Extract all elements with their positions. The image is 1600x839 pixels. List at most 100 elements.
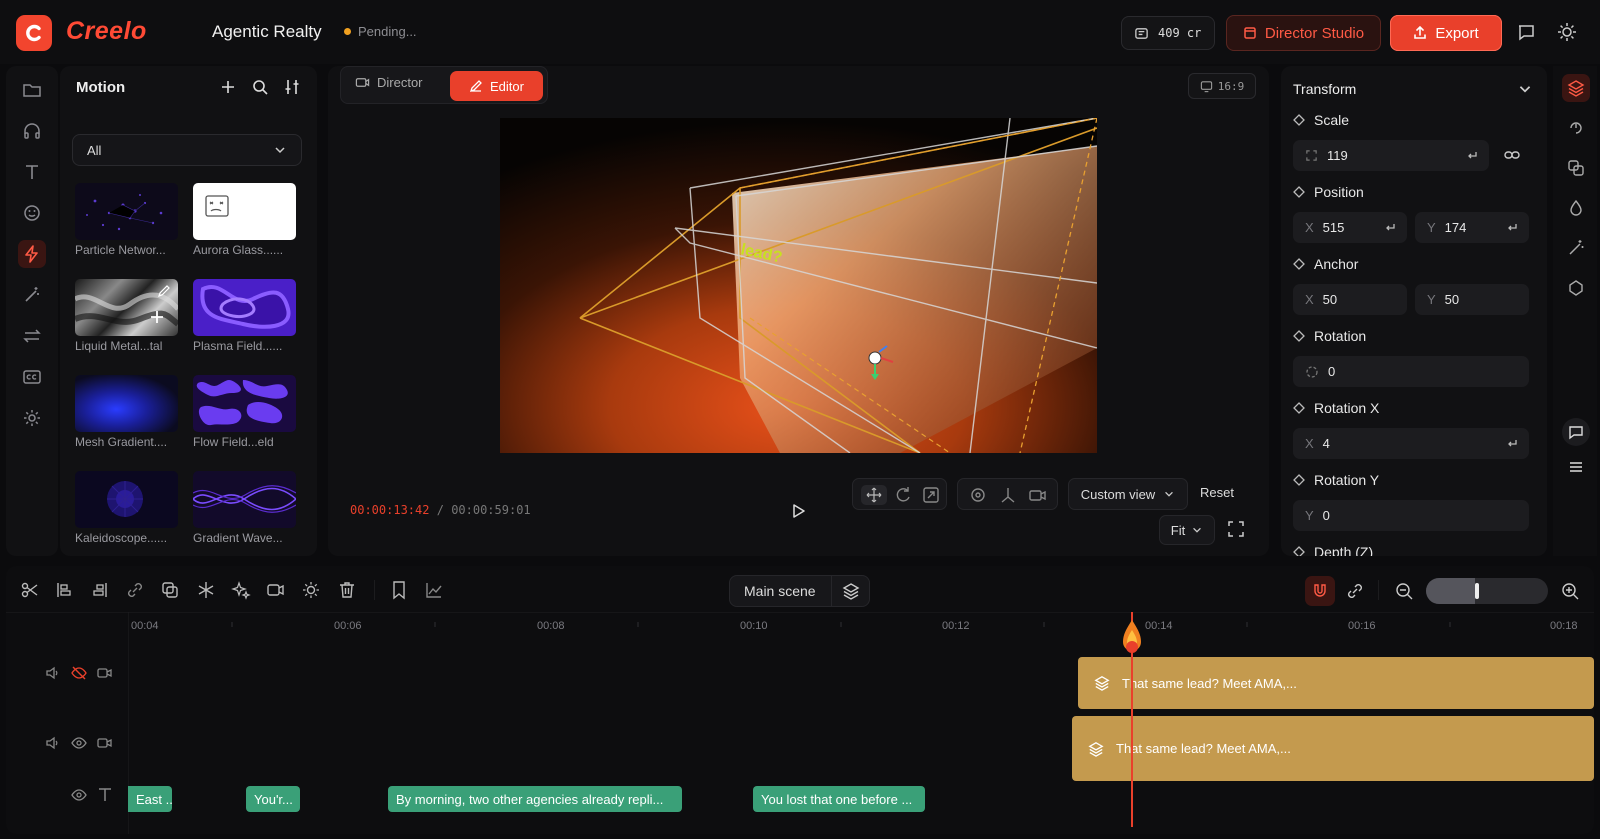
scale-tool-icon[interactable]: [921, 485, 941, 505]
zoom-slider[interactable]: [1426, 578, 1548, 604]
credits-badge[interactable]: 409 cr: [1121, 16, 1215, 50]
scene-layers-icon[interactable]: [842, 582, 860, 600]
mask-icon[interactable]: [1562, 274, 1590, 302]
filter-sliders-icon[interactable]: [283, 78, 301, 96]
zoom-in-icon[interactable]: [1560, 581, 1580, 601]
flow-field-thumbnail[interactable]: [193, 375, 296, 432]
trim-start-icon[interactable]: [54, 580, 74, 600]
track-video-icon[interactable]: [96, 664, 114, 682]
folder-icon[interactable]: [18, 76, 46, 104]
text-clip[interactable]: By morning, two other agencies already r…: [388, 786, 682, 812]
reset-value-icon[interactable]: [1505, 221, 1519, 235]
view-mode-dropdown[interactable]: Custom view: [1068, 478, 1188, 510]
sticker-icon[interactable]: [18, 199, 46, 227]
menu-list-icon[interactable]: [1562, 453, 1590, 481]
track-mute-icon[interactable]: [44, 664, 62, 682]
position-x-input[interactable]: X 515: [1293, 212, 1407, 243]
particle-network-thumbnail[interactable]: [75, 183, 178, 240]
director-studio-button[interactable]: Director Studio: [1226, 15, 1381, 51]
aspect-ratio-button[interactable]: 16:9: [1188, 73, 1256, 99]
scene-selector[interactable]: Main scene: [729, 575, 870, 607]
captions-icon[interactable]: [18, 363, 46, 391]
delete-trash-icon[interactable]: [337, 580, 357, 600]
motion-bolt-icon[interactable]: [18, 240, 46, 268]
zoom-slider-thumb[interactable]: [1475, 583, 1479, 599]
theme-toggle-icon[interactable]: [1557, 22, 1577, 42]
layers-icon[interactable]: [1562, 74, 1590, 102]
timeline-clip[interactable]: That same lead? Meet AMA,...: [1072, 716, 1594, 781]
text-icon[interactable]: [18, 158, 46, 186]
category-dropdown[interactable]: All: [72, 134, 302, 166]
reset-view-button[interactable]: Reset: [1200, 485, 1234, 500]
copy-icon[interactable]: [160, 580, 180, 600]
track-eye-icon[interactable]: [70, 786, 88, 804]
axis-view-icon[interactable]: [998, 485, 1018, 505]
animation-icon[interactable]: [1562, 114, 1590, 142]
scale-input[interactable]: 119: [1293, 140, 1489, 171]
ai-sparkle-icon[interactable]: [231, 580, 251, 600]
chevron-down-icon[interactable]: [1517, 81, 1533, 97]
liquid-metal-thumbnail[interactable]: [75, 279, 178, 336]
comment-icon[interactable]: [1516, 22, 1536, 42]
track-video-icon[interactable]: [96, 734, 114, 752]
zoom-out-icon[interactable]: [1394, 581, 1414, 601]
snap-magnet-icon[interactable]: [1305, 576, 1335, 606]
orbit-view-icon[interactable]: [968, 485, 988, 505]
track-hidden-eye-icon[interactable]: [70, 664, 88, 682]
tab-editor[interactable]: Editor: [450, 71, 543, 101]
track-eye-icon[interactable]: [70, 734, 88, 752]
tab-director[interactable]: Director: [355, 75, 423, 90]
edit-pencil-icon[interactable]: [157, 284, 171, 298]
timeline-clip[interactable]: That same lead? Meet AMA,...: [1078, 657, 1594, 709]
link-icon[interactable]: [1503, 146, 1521, 164]
headphones-icon[interactable]: [18, 117, 46, 145]
brightness-icon[interactable]: [301, 580, 321, 600]
track-text-icon[interactable]: [96, 786, 114, 804]
anchor-y-input[interactable]: Y 50: [1415, 284, 1529, 315]
move-tool-icon[interactable]: [861, 485, 887, 505]
rotation-input[interactable]: 0: [1293, 356, 1529, 387]
play-icon[interactable]: [789, 502, 807, 520]
chat-icon[interactable]: [1562, 418, 1590, 446]
color-drop-icon[interactable]: [1562, 194, 1590, 222]
text-clip[interactable]: You lost that one before ...: [753, 786, 925, 812]
duplicate-icon[interactable]: [1562, 154, 1590, 182]
keyframe-diamond-icon[interactable]: [1293, 330, 1305, 342]
camera-view-icon[interactable]: [1028, 485, 1048, 505]
keyframe-diamond-icon[interactable]: [1293, 258, 1305, 270]
reset-value-icon[interactable]: [1505, 437, 1519, 451]
text-clip[interactable]: You'r...: [246, 786, 300, 812]
trim-end-icon[interactable]: [90, 580, 110, 600]
rotation-y-input[interactable]: Y0: [1293, 500, 1529, 531]
fit-dropdown[interactable]: Fit: [1159, 515, 1215, 545]
keyframe-diamond-icon[interactable]: [1293, 114, 1305, 126]
track-mute-icon[interactable]: [44, 734, 62, 752]
kaleidoscope-thumbnail[interactable]: [75, 471, 178, 528]
replace-media-icon[interactable]: [266, 580, 286, 600]
video-canvas[interactable]: lead?: [500, 118, 1097, 453]
transition-icon[interactable]: [18, 322, 46, 350]
playhead-handle-icon[interactable]: [1122, 620, 1142, 656]
rotate-tool-icon[interactable]: [893, 485, 913, 505]
add-icon[interactable]: [219, 78, 237, 96]
bookmark-icon[interactable]: [389, 580, 409, 600]
export-button[interactable]: Export: [1390, 15, 1502, 51]
reset-value-icon[interactable]: [1383, 221, 1397, 235]
add-to-timeline-icon[interactable]: [148, 308, 166, 326]
rotation-x-input[interactable]: X4: [1293, 428, 1529, 459]
effects-wand-icon[interactable]: [1562, 234, 1590, 262]
aurora-glass-thumbnail[interactable]: [193, 183, 296, 240]
keyframe-graph-icon[interactable]: [424, 580, 444, 600]
link-clip-icon[interactable]: [125, 580, 145, 600]
gradient-wave-thumbnail[interactable]: [193, 471, 296, 528]
split-scissors-icon[interactable]: [20, 580, 40, 600]
keyframe-diamond-icon[interactable]: [1293, 546, 1305, 556]
chain-link-icon[interactable]: [1345, 581, 1365, 601]
keyframe-diamond-icon[interactable]: [1293, 186, 1305, 198]
mesh-gradient-thumbnail[interactable]: [75, 375, 178, 432]
fullscreen-icon[interactable]: [1227, 520, 1245, 538]
playhead[interactable]: [1123, 612, 1141, 827]
keyframe-diamond-icon[interactable]: [1293, 402, 1305, 414]
settings-gear-icon[interactable]: [18, 404, 46, 432]
keyframe-diamond-icon[interactable]: [1293, 474, 1305, 486]
